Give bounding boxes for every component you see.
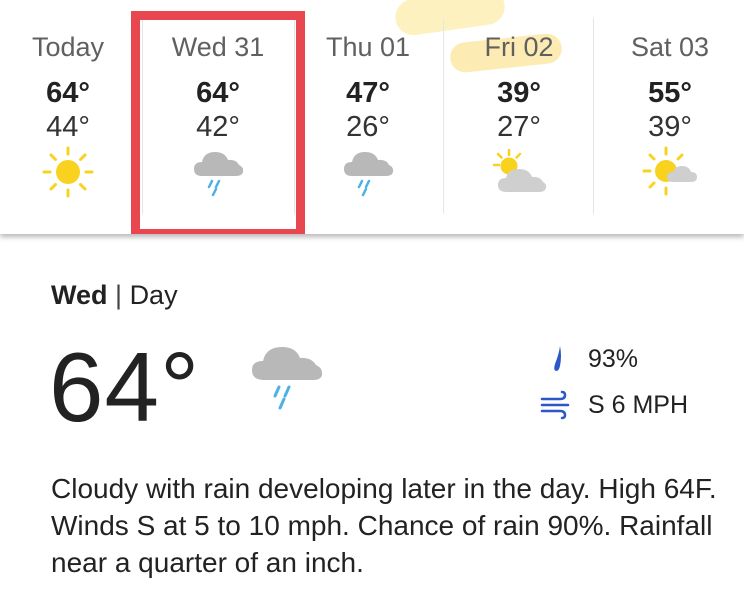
rain-cloud-icon <box>194 152 244 197</box>
forecast-high-temp: 64° <box>196 77 240 109</box>
partly-cloudy-icon <box>492 148 547 192</box>
sunny-icon <box>42 146 94 198</box>
forecast-day-today[interactable]: Today 64° 44° <box>0 0 142 214</box>
forecast-day-wed-31[interactable]: Wed 31 64° 42° <box>144 0 292 214</box>
forecast-low-temp: 44° <box>46 111 90 143</box>
column-divider <box>443 18 444 214</box>
forecast-low-temp: 39° <box>648 111 692 143</box>
mostly-sunny-icon <box>642 146 697 196</box>
column-divider <box>593 18 594 214</box>
detail-day: Wed <box>51 280 108 310</box>
forecast-high-temp: 47° <box>346 77 390 109</box>
forecast-high-temp: 55° <box>648 77 692 109</box>
forecast-day-thu-01[interactable]: Thu 01 47° 26° <box>294 0 442 214</box>
forecast-high-temp: 64° <box>46 77 90 109</box>
forecast-low-temp: 42° <box>196 111 240 143</box>
precipitation-stat: 93% <box>538 342 638 376</box>
rain-cloud-icon <box>344 152 394 197</box>
forecast-day-label: Fri 02 <box>484 32 554 62</box>
detail-separator: | <box>115 280 123 310</box>
forecast-day-label: Wed 31 <box>171 32 265 62</box>
wind-icon <box>540 390 570 420</box>
detail-temperature: 64° <box>49 332 201 442</box>
wind-value: S 6 MPH <box>588 391 689 419</box>
detail-period: Day <box>129 280 178 310</box>
precipitation-value: 93% <box>588 345 639 373</box>
forecast-description: Cloudy with rain developing later in the… <box>51 473 717 578</box>
detail-heading: Wed | Day <box>51 278 178 312</box>
forecast-low-temp: 26° <box>346 111 390 143</box>
forecast-day-label: Thu 01 <box>325 32 411 62</box>
daily-forecast-strip: Today 64° 44° Wed 31 64° 42° Thu 01 47° … <box>0 0 744 234</box>
forecast-low-temp: 27° <box>497 111 541 143</box>
wind-stat: S 6 MPH <box>538 388 688 422</box>
column-divider <box>142 18 143 214</box>
forecast-day-fri-02[interactable]: Fri 02 39° 27° <box>445 0 593 214</box>
forecast-day-label: Sat 03 <box>630 32 710 62</box>
raindrop-icon <box>554 346 561 371</box>
forecast-high-temp: 39° <box>497 77 541 109</box>
forecast-day-label: Today <box>31 32 105 62</box>
rain-cloud-icon <box>252 347 323 410</box>
forecast-day-sat-03[interactable]: Sat 03 55° 39° <box>596 0 744 214</box>
